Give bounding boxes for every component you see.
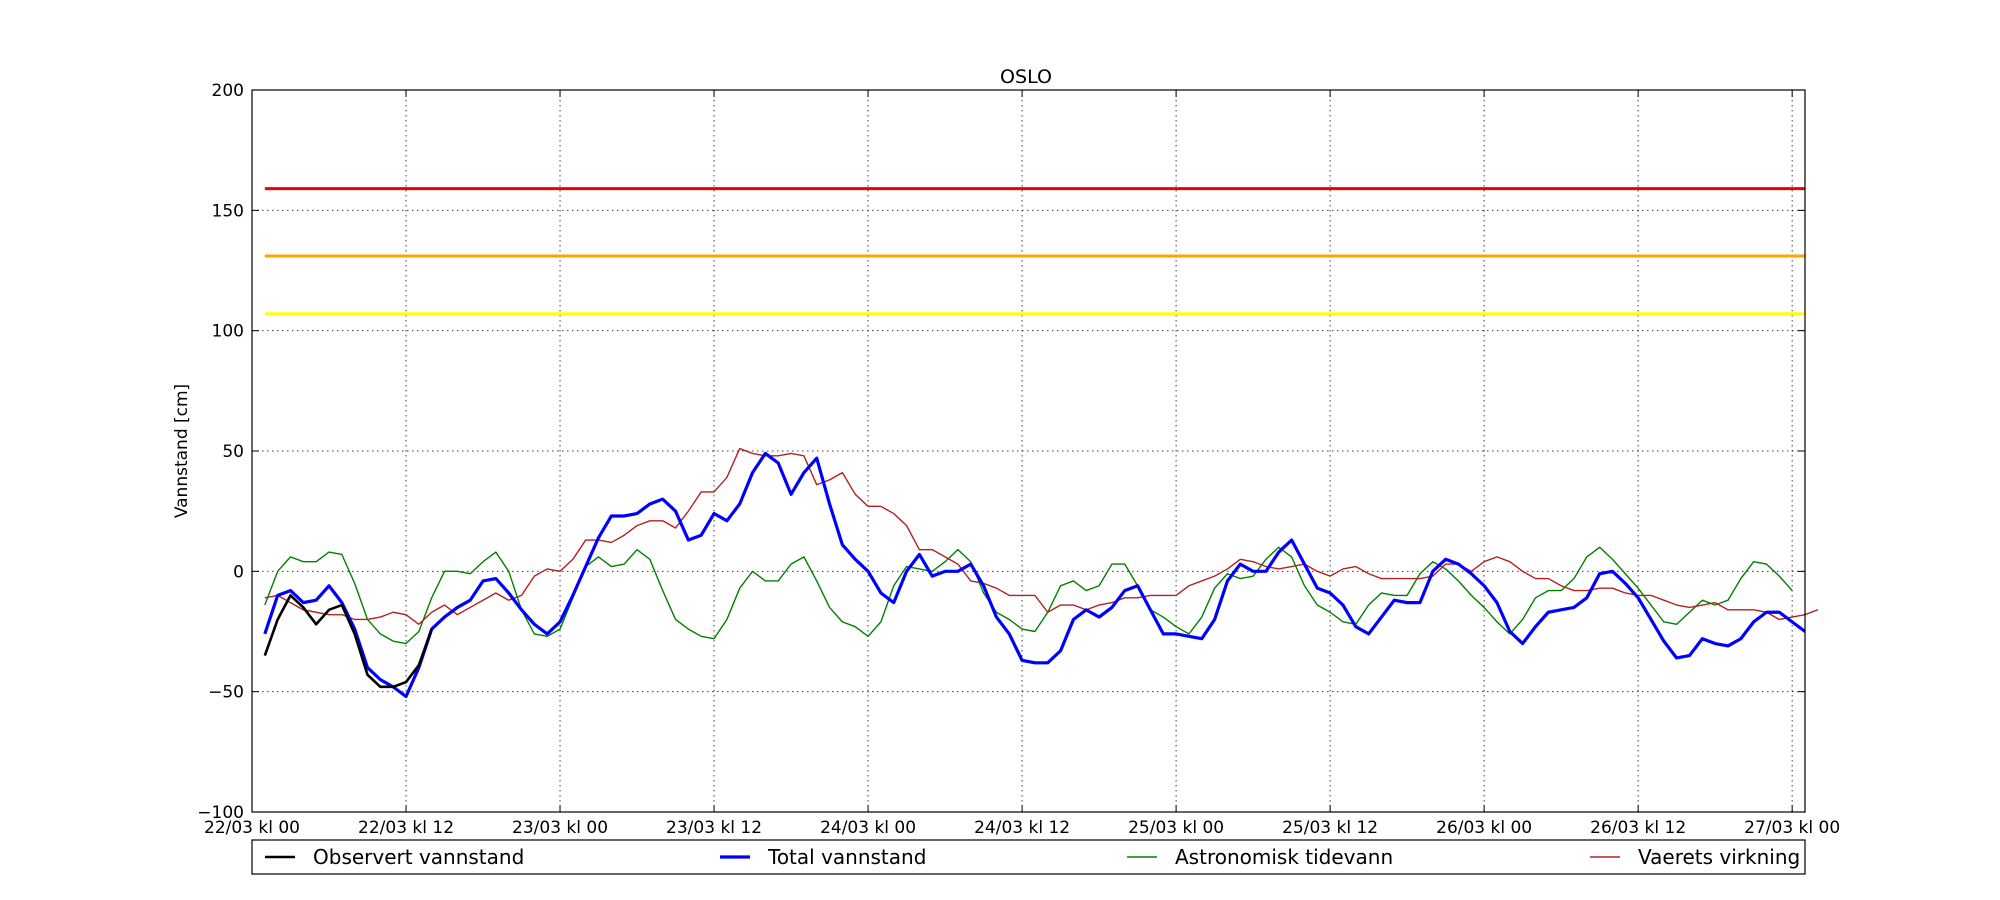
- y-tick-label: 100: [212, 322, 244, 342]
- legend-label: Astronomisk tidevann: [1175, 845, 1393, 869]
- water-level-chart: OSLO Vannstand [cm] −100−500501001502002…: [172, 66, 1840, 875]
- series-line-0: [263, 594, 433, 689]
- series-lines: [263, 447, 1819, 699]
- axis-ticks: −100−5005010015020022/03 kl 00 22/03 kl 1…: [197, 81, 1840, 838]
- x-tick-label: 23/03 kl 12: [666, 818, 762, 838]
- series-line-1: [263, 451, 1806, 699]
- y-tick-label: −50: [208, 683, 244, 703]
- x-tick-label: 25/03 kl 12: [1282, 818, 1378, 838]
- y-tick-label: 200: [212, 81, 244, 101]
- legend: Observert vannstand Total vannstand Astron…: [251, 839, 1806, 875]
- x-tick-label: 24/03 kl 12: [974, 818, 1070, 838]
- legend-label: Vaerets virkning: [1638, 845, 1800, 869]
- threshold-lines: [264, 187, 1805, 316]
- x-tick-label: 22/03 kl 12: [358, 818, 454, 838]
- y-tick-label: 50: [222, 442, 244, 462]
- x-tick-label: 24/03 kl 00: [820, 818, 916, 838]
- legend-label: Total vannstand: [767, 845, 926, 869]
- x-tick-label: 26/03 kl 12: [1590, 818, 1686, 838]
- y-axis-label: Vannstand [cm]: [172, 384, 192, 518]
- grid-lines: [252, 90, 1805, 812]
- x-tick-label: 23/03 kl 00: [512, 818, 608, 838]
- x-tick-label: 26/03 kl 00: [1436, 818, 1532, 838]
- legend-label: Observert vannstand: [313, 845, 524, 869]
- x-tick-label: 22/03 kl 00: [204, 818, 300, 838]
- x-tick-label: 25/03 kl 00: [1128, 818, 1224, 838]
- x-tick-label: 27/03 kl 00: [1744, 818, 1840, 838]
- y-tick-label: 0: [233, 562, 244, 582]
- chart-title: OSLO: [1000, 66, 1052, 88]
- y-tick-label: 150: [212, 201, 244, 221]
